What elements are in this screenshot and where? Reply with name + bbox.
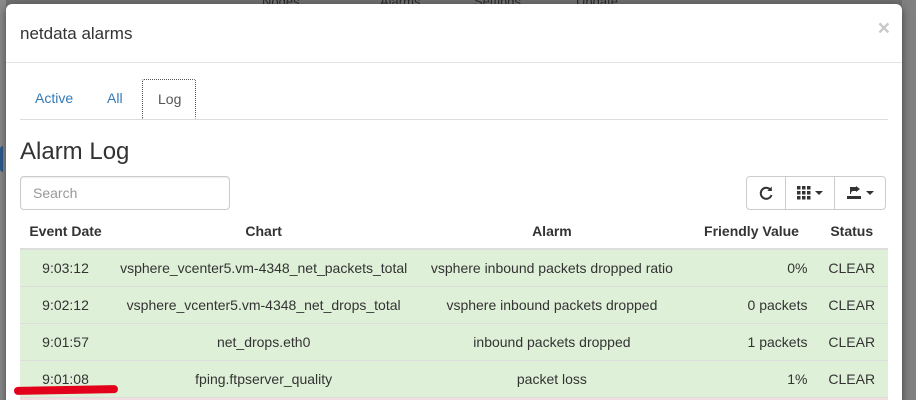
tab-log[interactable]: Log: [142, 79, 196, 119]
cell-friendly-value: 0%: [687, 248, 816, 287]
cell-alarm: vsphere inbound packets dropped ratio: [416, 248, 688, 287]
background-right-strip: [902, 0, 916, 400]
cell-chart: fping.ftpserver_quality: [111, 360, 417, 398]
cell-friendly-value: 0 packets: [687, 286, 816, 324]
table-toolbar: [746, 176, 886, 210]
table-row[interactable]: 9:02:12 vsphere_vcenter5.vm-4348_net_dro…: [20, 286, 888, 324]
table-row[interactable]: 9:03:12 vsphere_vcenter5.vm-4348_net_pac…: [20, 248, 888, 287]
alarm-log-table: Event Date Chart Alarm Friendly Value St…: [20, 214, 888, 400]
alarms-modal: netdata alarms × Active All Log Alarm Lo…: [6, 4, 902, 400]
alarm-tabs: Active All Log: [20, 79, 888, 120]
cell-friendly-value: 1 packets: [687, 323, 816, 361]
cell-status: CLEAR: [815, 248, 888, 287]
table-row[interactable]: 9:01:57 net_drops.eth0 inbound packets d…: [20, 323, 888, 361]
search-input[interactable]: [20, 176, 230, 210]
cell-event-date: 9:02:12: [20, 286, 112, 324]
cell-status: CLEAR: [815, 286, 888, 324]
columns-grid-icon: [797, 186, 811, 200]
export-button[interactable]: [834, 176, 886, 210]
cell-chart: net_drops.eth0: [111, 323, 417, 361]
chevron-down-icon: [866, 191, 874, 195]
cell-chart: vsphere_vcenter5.vm-4348_net_drops_total: [111, 286, 417, 324]
columns-button[interactable]: [785, 176, 835, 210]
column-header-status[interactable]: Status: [815, 214, 888, 250]
cell-friendly-value: 1%: [687, 360, 816, 398]
tab-active[interactable]: Active: [20, 79, 88, 118]
column-header-event-date[interactable]: Event Date: [20, 214, 112, 250]
close-icon[interactable]: ×: [878, 18, 890, 39]
cell-status: CLEAR: [815, 323, 888, 361]
chevron-down-icon: [815, 191, 823, 195]
cell-alarm: packet loss: [416, 360, 688, 398]
cell-chart: vsphere_vcenter5.vm-4348_net_packets_tot…: [111, 248, 417, 287]
modal-header: netdata alarms ×: [6, 4, 902, 63]
export-icon: [847, 186, 861, 199]
tab-all[interactable]: All: [92, 79, 138, 118]
refresh-button[interactable]: [746, 176, 786, 210]
alarm-log-title: Alarm Log: [20, 138, 130, 165]
column-header-alarm[interactable]: Alarm: [416, 214, 688, 250]
column-header-chart[interactable]: Chart: [111, 214, 417, 250]
table-row[interactable]: 9:01:08 fping.ftpserver_quality packet l…: [20, 360, 888, 398]
cell-event-date: 9:03:12: [20, 248, 112, 287]
modal-title: netdata alarms: [20, 24, 133, 43]
cell-status: CLEAR: [815, 360, 888, 398]
cell-alarm: vsphere inbound packets dropped: [416, 286, 688, 324]
table-header-row: Event Date Chart Alarm Friendly Value St…: [20, 214, 888, 250]
column-header-friendly-value[interactable]: Friendly Value: [687, 214, 816, 250]
refresh-icon: [759, 186, 773, 200]
cell-event-date: 9:01:57: [20, 323, 112, 361]
cell-alarm: inbound packets dropped: [416, 323, 688, 361]
